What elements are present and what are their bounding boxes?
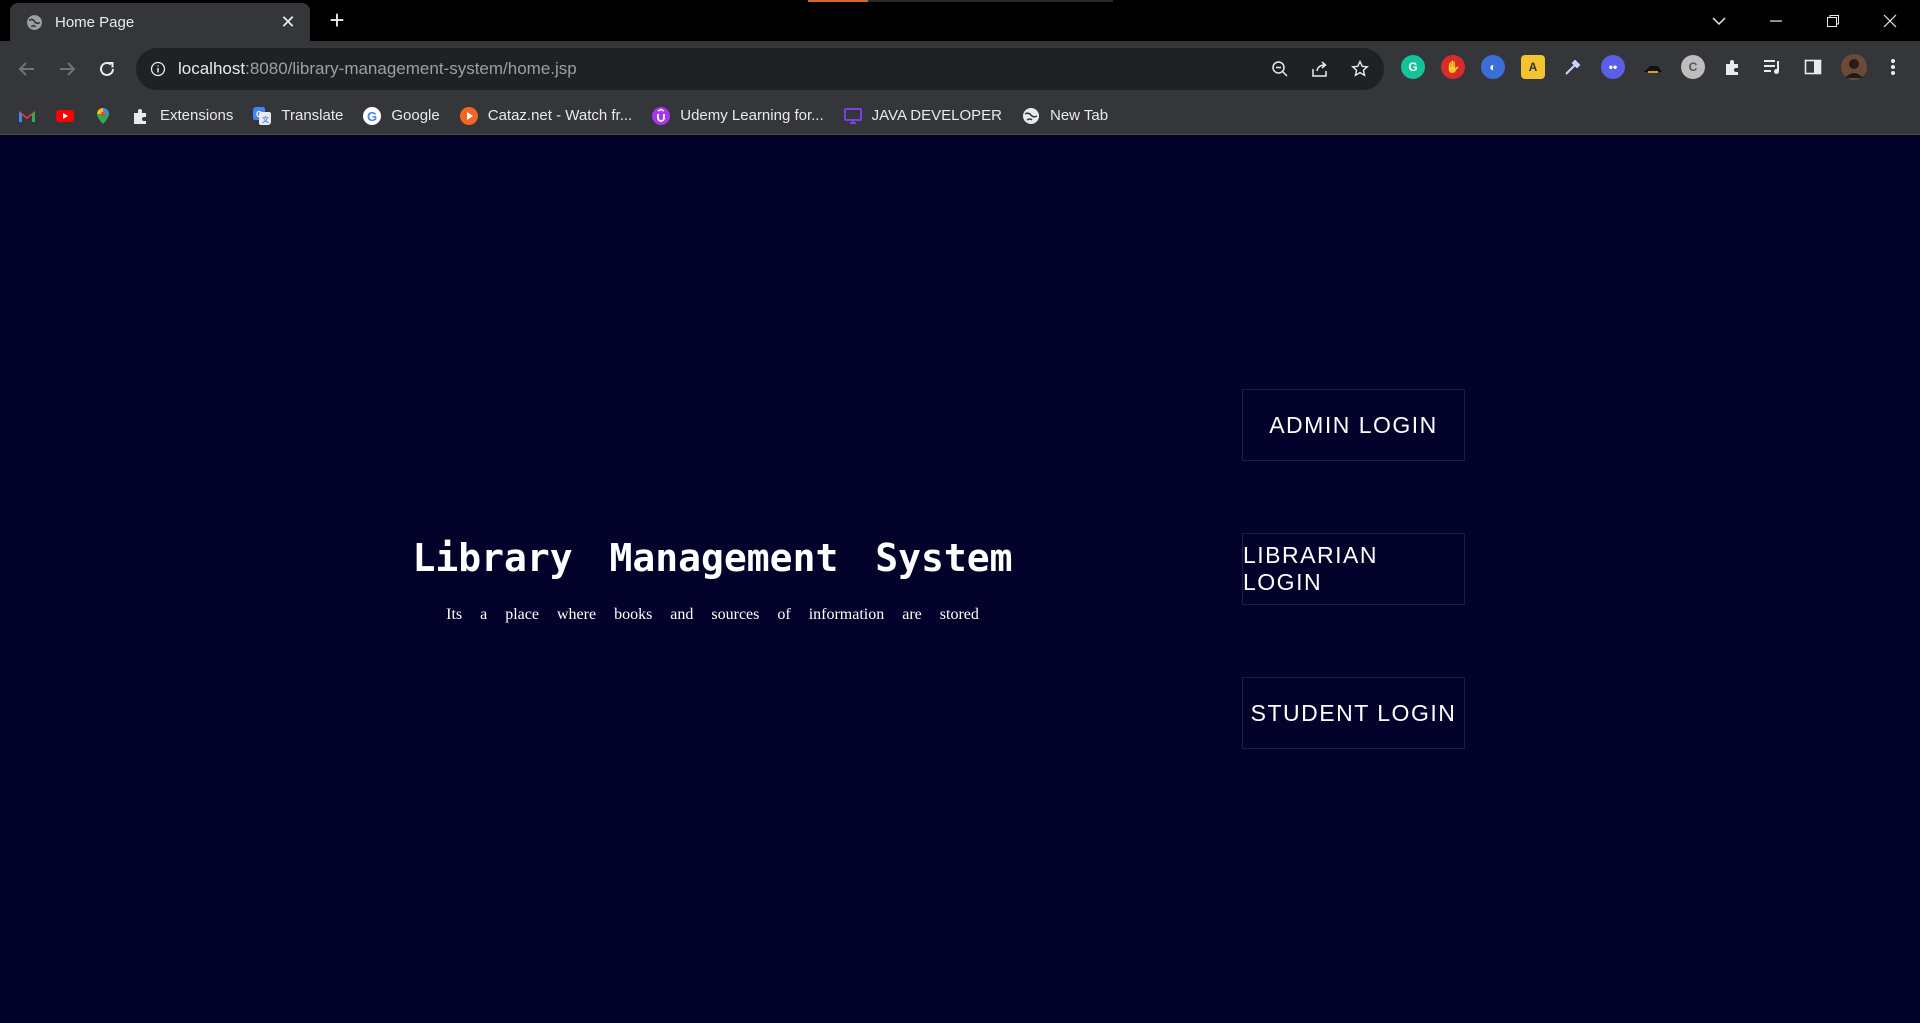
student-login-button[interactable]: STUDENT LOGIN (1242, 677, 1465, 749)
bookmark-gmail[interactable] (18, 107, 36, 125)
bookmark-label: Translate (281, 107, 344, 124)
new-tab-button[interactable]: + (323, 7, 351, 33)
close-window-button[interactable] (1862, 0, 1918, 41)
monitor-icon (843, 107, 862, 124)
more-menu-icon[interactable] (1881, 55, 1905, 79)
avatar[interactable] (1841, 54, 1867, 80)
grammarly-extension-icon[interactable]: G (1401, 55, 1425, 79)
back-arrow-icon (18, 62, 34, 76)
bookmark-star-icon[interactable] (1350, 59, 1370, 79)
bookmark-extensions[interactable]: Extensions (132, 107, 233, 125)
restore-button[interactable] (1805, 0, 1861, 41)
tab-strip: Home Page ✕ + (0, 0, 1920, 41)
bookmark-youtube[interactable] (56, 107, 74, 125)
circle-extension-icon[interactable]: C (1681, 55, 1705, 79)
info-icon[interactable] (150, 61, 166, 77)
minimize-button[interactable] (1748, 0, 1804, 41)
forward-arrow-icon (60, 62, 76, 76)
tab-search-button[interactable] (1691, 0, 1747, 41)
bookmark-label: JAVA DEVELOPER (871, 107, 1002, 124)
bookmarks-bar: Extensions G文 Translate G Google Cataz.n… (0, 97, 1920, 135)
url-host: localhost (178, 59, 246, 78)
address-bar[interactable]: localhost:8080/library-management-system… (136, 48, 1384, 90)
svg-text:文: 文 (262, 115, 270, 124)
reload-button[interactable] (91, 53, 123, 85)
librarian-login-button[interactable]: LIBRARIAN LOGIN (1242, 533, 1465, 605)
close-icon (1883, 14, 1897, 27)
bookmark-label: Extensions (160, 107, 234, 124)
bookmark-maps[interactable] (94, 107, 112, 125)
globe-icon (1022, 107, 1039, 124)
adblock-extension-icon[interactable]: ✋ (1441, 55, 1465, 79)
bookmark-udemy[interactable]: Udemy Learning for... (652, 106, 824, 125)
page-title: Library Management System (412, 536, 1013, 580)
extensions-puzzle-icon[interactable] (1721, 55, 1745, 79)
minimize-icon (1770, 19, 1782, 22)
maps-icon (97, 107, 109, 124)
font-extension-icon[interactable]: A (1521, 55, 1545, 79)
forward-button[interactable] (51, 53, 83, 85)
admin-login-button[interactable]: ADMIN LOGIN (1242, 389, 1465, 461)
puzzle-icon (134, 108, 146, 124)
bookmark-label: New Tab (1049, 107, 1109, 124)
google-icon: G (363, 106, 382, 125)
browser-toolbar: localhost:8080/library-management-system… (0, 41, 1920, 97)
close-tab-icon[interactable]: ✕ (280, 13, 296, 31)
gmail-icon (19, 110, 35, 122)
bookmark-google[interactable]: G Google (363, 106, 440, 125)
chevron-down-icon (1712, 16, 1726, 25)
play-icon (459, 106, 478, 125)
youtube-icon (56, 109, 74, 122)
udemy-icon (652, 106, 671, 125)
tab-home-page[interactable]: Home Page ✕ (10, 3, 310, 41)
share-icon[interactable] (1310, 59, 1330, 79)
restore-icon (1827, 14, 1839, 27)
eyedropper-extension-icon[interactable] (1561, 55, 1585, 79)
ghost-extension-icon[interactable]: •• (1601, 55, 1625, 79)
bookmark-translate[interactable]: G文 Translate (253, 106, 344, 125)
page-content: Library Management System Its a place wh… (0, 136, 1920, 1023)
page-subtitle: Its a place where books and sources of i… (446, 606, 979, 623)
svg-text:G: G (367, 109, 377, 124)
hat-extension-icon[interactable] (1641, 55, 1665, 79)
bookmark-new-tab[interactable]: New Tab (1022, 107, 1108, 125)
translate-icon: G文 (253, 106, 272, 125)
color-extension-icon[interactable]: ◐ (1481, 55, 1505, 79)
bookmark-label: Google (391, 107, 440, 124)
bookmark-java-developer[interactable]: JAVA DEVELOPER (843, 107, 1002, 125)
zoom-icon[interactable] (1270, 59, 1290, 79)
globe-icon (27, 14, 42, 30)
back-button[interactable] (11, 53, 43, 85)
bookmark-cataz[interactable]: Cataz.net - Watch fr... (459, 106, 633, 125)
reload-icon (100, 61, 114, 76)
side-panel-icon[interactable] (1801, 55, 1825, 79)
media-control-icon[interactable] (1761, 55, 1785, 79)
tab-title: Home Page (55, 13, 135, 31)
bookmark-label: Udemy Learning for... (680, 107, 824, 124)
bookmark-label: Cataz.net - Watch fr... (487, 107, 633, 124)
url-path: :8080/library-management-system/home.jsp (245, 59, 577, 78)
loading-bar (808, 0, 1113, 2)
